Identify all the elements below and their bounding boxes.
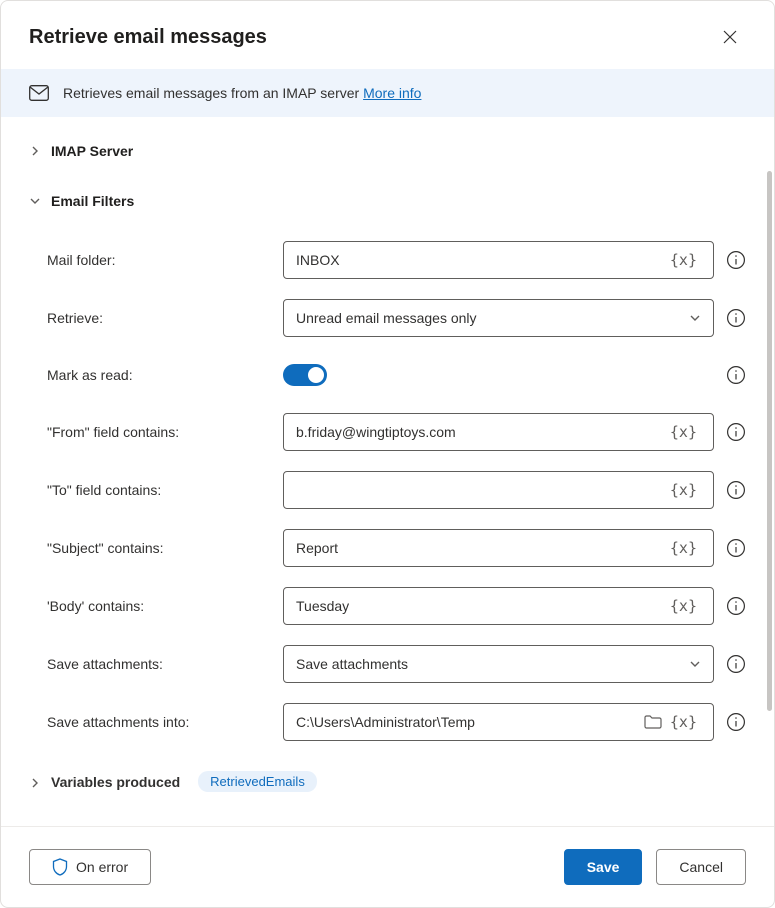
chevron-right-icon <box>29 776 41 788</box>
dialog-retrieve-email: Retrieve email messages Retrieves email … <box>0 0 775 908</box>
row-save-attachments: Save attachments: Save attachments <box>47 635 746 693</box>
close-button[interactable] <box>714 21 746 53</box>
cancel-label: Cancel <box>679 859 723 875</box>
row-mark-as-read: Mark as read: <box>47 347 746 403</box>
variable-picker-icon[interactable]: {x} <box>666 251 701 269</box>
label-body-contains: 'Body' contains: <box>47 598 283 614</box>
value-save-attachments-into: C:\Users\Administrator\Temp <box>296 714 644 730</box>
label-retrieve: Retrieve: <box>47 310 283 326</box>
dialog-footer: On error Save Cancel <box>1 826 774 907</box>
input-to-contains[interactable]: {x} <box>283 471 714 509</box>
chevron-down-icon <box>689 658 701 670</box>
section-imap-server[interactable]: IMAP Server <box>29 135 746 167</box>
label-from-contains: "From" field contains: <box>47 424 283 440</box>
on-error-button[interactable]: On error <box>29 849 151 885</box>
dialog-body: IMAP Server Email Filters Mail folder: I… <box>1 117 774 826</box>
label-save-attachments-into: Save attachments into: <box>47 714 283 730</box>
row-body-contains: 'Body' contains: Tuesday {x} <box>47 577 746 635</box>
section-email-filters[interactable]: Email Filters <box>29 185 746 217</box>
value-mail-folder: INBOX <box>296 252 666 268</box>
label-subject-contains: "Subject" contains: <box>47 540 283 556</box>
info-icon[interactable] <box>726 654 746 674</box>
row-subject-contains: "Subject" contains: Report {x} <box>47 519 746 577</box>
input-subject-contains[interactable]: Report {x} <box>283 529 714 567</box>
folder-browse-icon[interactable] <box>644 715 662 729</box>
shield-icon <box>52 858 68 876</box>
info-icon[interactable] <box>726 596 746 616</box>
select-retrieve[interactable]: Unread email messages only <box>283 299 714 337</box>
scrollbar[interactable] <box>767 171 772 711</box>
info-icon[interactable] <box>726 538 746 558</box>
save-label: Save <box>587 859 620 875</box>
variable-picker-icon[interactable]: {x} <box>666 713 701 731</box>
row-to-contains: "To" field contains: {x} <box>47 461 746 519</box>
close-icon <box>723 30 737 44</box>
input-save-attachments-into[interactable]: C:\Users\Administrator\Temp {x} <box>283 703 714 741</box>
variable-picker-icon[interactable]: {x} <box>666 597 701 615</box>
save-button[interactable]: Save <box>564 849 643 885</box>
input-body-contains[interactable]: Tuesday {x} <box>283 587 714 625</box>
section-variables-produced[interactable]: Variables produced RetrievedEmails <box>29 759 746 800</box>
label-mail-folder: Mail folder: <box>47 252 283 268</box>
banner-description: Retrieves email messages from an IMAP se… <box>63 85 363 101</box>
info-icon[interactable] <box>726 365 746 385</box>
cancel-button[interactable]: Cancel <box>656 849 746 885</box>
section-title-filters: Email Filters <box>51 193 134 209</box>
toggle-mark-as-read[interactable] <box>283 364 327 386</box>
banner-text-wrap: Retrieves email messages from an IMAP se… <box>63 85 421 101</box>
info-icon[interactable] <box>726 712 746 732</box>
value-retrieve: Unread email messages only <box>296 310 689 326</box>
chevron-down-icon <box>689 312 701 324</box>
toggle-thumb <box>308 367 324 383</box>
input-from-contains[interactable]: b.friday@wingtiptoys.com {x} <box>283 413 714 451</box>
info-icon[interactable] <box>726 422 746 442</box>
row-retrieve: Retrieve: Unread email messages only <box>47 289 746 347</box>
variables-produced-label: Variables produced <box>51 774 180 790</box>
info-icon[interactable] <box>726 480 746 500</box>
row-mail-folder: Mail folder: INBOX {x} <box>47 231 746 289</box>
chevron-down-icon <box>29 195 41 207</box>
dialog-header: Retrieve email messages <box>1 1 774 69</box>
chevron-right-icon <box>29 145 41 157</box>
info-icon[interactable] <box>726 250 746 270</box>
info-banner: Retrieves email messages from an IMAP se… <box>1 69 774 117</box>
label-mark-as-read: Mark as read: <box>47 367 283 383</box>
footer-right: Save Cancel <box>564 849 746 885</box>
dialog-title: Retrieve email messages <box>29 26 267 49</box>
section-title-imap: IMAP Server <box>51 143 133 159</box>
select-save-attachments[interactable]: Save attachments <box>283 645 714 683</box>
row-from-contains: "From" field contains: b.friday@wingtipt… <box>47 403 746 461</box>
section-body-filters: Mail folder: INBOX {x} Retrieve: Unread … <box>29 217 746 759</box>
on-error-label: On error <box>76 859 128 875</box>
label-to-contains: "To" field contains: <box>47 482 283 498</box>
variable-pill-retrieved-emails[interactable]: RetrievedEmails <box>198 771 317 792</box>
value-body-contains: Tuesday <box>296 598 666 614</box>
mail-icon <box>29 85 49 101</box>
value-subject-contains: Report <box>296 540 666 556</box>
more-info-link[interactable]: More info <box>363 85 421 101</box>
variable-picker-icon[interactable]: {x} <box>666 423 701 441</box>
value-save-attachments: Save attachments <box>296 656 689 672</box>
row-save-attachments-into: Save attachments into: C:\Users\Administ… <box>47 693 746 751</box>
variable-picker-icon[interactable]: {x} <box>666 481 701 499</box>
label-save-attachments: Save attachments: <box>47 656 283 672</box>
info-icon[interactable] <box>726 308 746 328</box>
variable-picker-icon[interactable]: {x} <box>666 539 701 557</box>
input-mail-folder[interactable]: INBOX {x} <box>283 241 714 279</box>
value-from-contains: b.friday@wingtiptoys.com <box>296 424 666 440</box>
